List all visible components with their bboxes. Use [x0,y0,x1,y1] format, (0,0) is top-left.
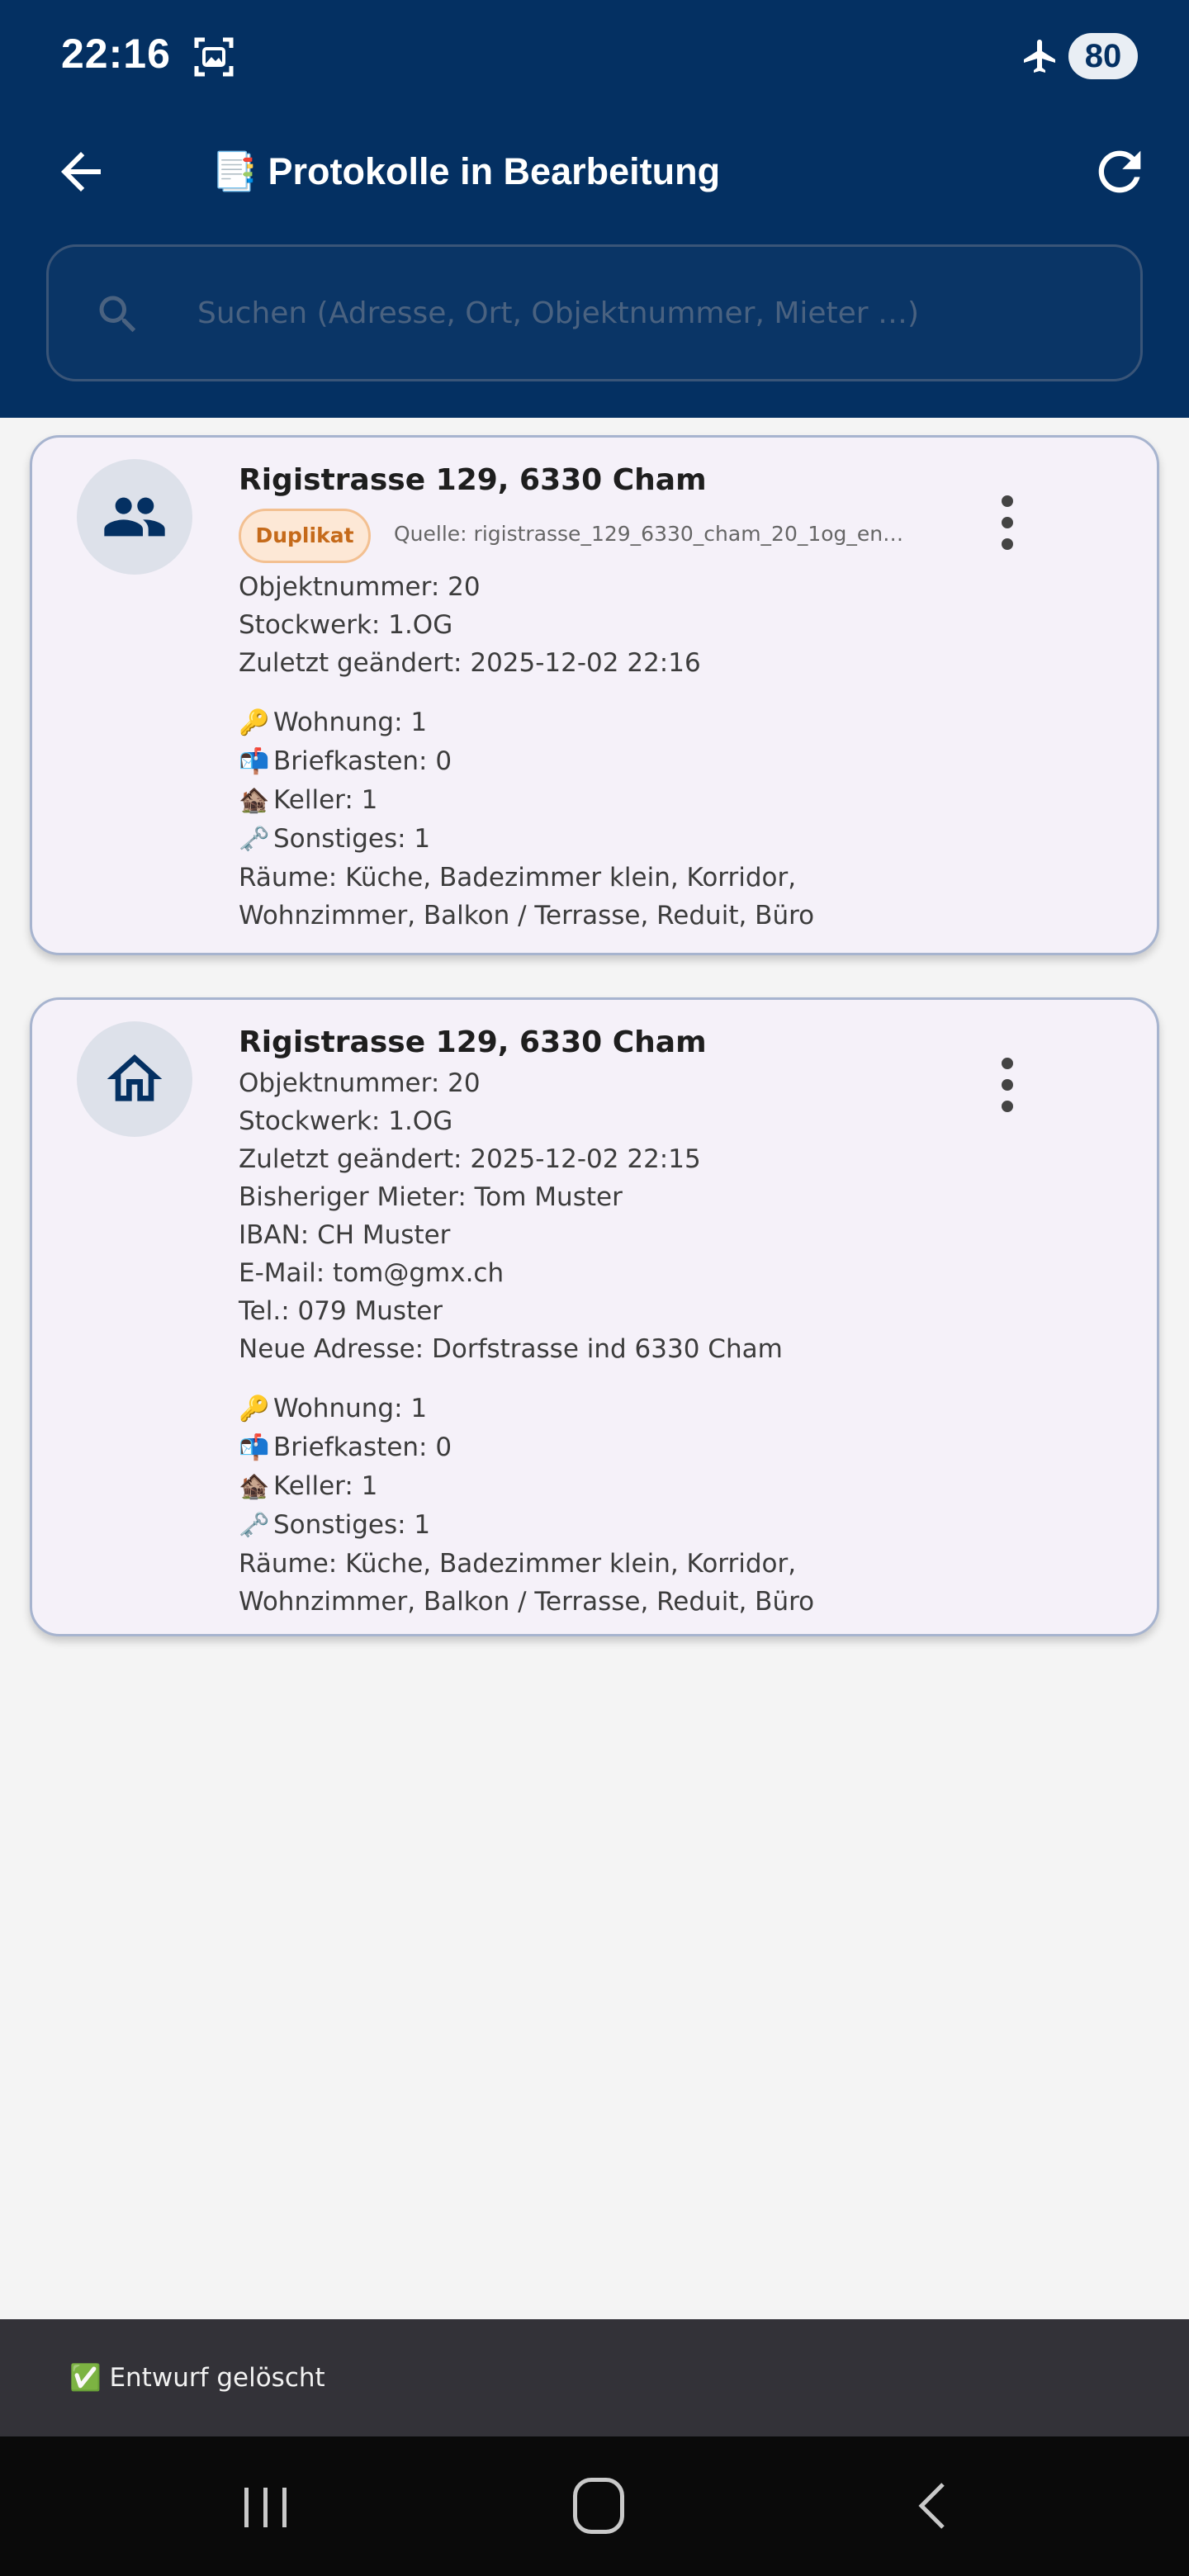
key-icon: 🔑 [239,1395,270,1423]
people-icon [104,497,165,537]
object-number: Objektnummer: 20 [239,1068,481,1098]
floor: Stockwerk: 1.OG [239,1106,453,1136]
key-mailbox: 📬 Briefkasten: 0 [239,1428,1064,1467]
home-button-icon[interactable] [573,2478,624,2534]
snackbar: ✅ Entwurf gelöscht [0,2319,1189,2436]
last-modified: Zuletzt geändert: 2025-12-02 22:15 [239,1144,701,1174]
key-icon: 🔑 [239,708,270,737]
key-cellar: 🏚️ Keller: 1 [239,781,1064,820]
old-key-icon: 🗝️ [239,1511,270,1540]
rooms-list: Räume: Küche, Badezimmer klein, Korridor… [239,1549,815,1617]
card-content: Rigistrasse 129, 6330 Cham Duplikat Quel… [239,459,1064,935]
more-options-icon[interactable] [992,1058,1025,1124]
airplane-mode-icon [1024,40,1055,73]
badge-row: Duplikat Quelle: rigistrasse_129_6330_ch… [239,509,1064,568]
object-number: Objektnummer: 20 [239,572,481,602]
key-cellar: 🏚️ Keller: 1 [239,1467,1064,1506]
duplicate-badge: Duplikat [239,509,371,563]
home-icon [107,1054,163,1101]
search-bar[interactable] [46,244,1143,381]
protocol-card[interactable]: Rigistrasse 129, 6330 Cham Duplikat Quel… [30,435,1159,955]
avatar [77,1021,192,1137]
avatar [77,459,192,575]
card-content: Rigistrasse 129, 6330 Cham Objektnummer:… [239,1021,1064,1621]
mailbox-icon: 📬 [239,1433,270,1462]
screenshot-icon [194,37,234,77]
last-modified: Zuletzt geändert: 2025-12-02 22:16 [239,648,701,678]
battery-indicator: 80 [1068,33,1138,79]
key-other: 🗝️ Sonstiges: 1 [239,820,1064,859]
page-title: 📑 Protokolle in Bearbeitung [211,150,721,192]
protocol-card[interactable]: Rigistrasse 129, 6330 Cham Objektnummer:… [30,997,1159,1636]
new-address: Neue Adresse: Dorfstrasse ind 6330 Cham [239,1334,783,1364]
rooms-list: Räume: Küche, Badezimmer klein, Korridor… [239,863,815,930]
card-title: Rigistrasse 129, 6330 Cham [239,463,707,497]
refresh-icon[interactable] [1088,140,1151,203]
recent-apps-icon[interactable] [236,2483,296,2532]
source-label: Quelle: rigistrasse_129_6330_cham_20_1og… [394,522,906,546]
app-bar: 📑 Protokolle in Bearbeitung [0,112,1189,418]
house-icon: 🏚️ [239,786,270,815]
search-input[interactable] [197,283,1106,343]
key-apartment: 🔑 Wohnung: 1 [239,703,1064,742]
key-mailbox: 📬 Briefkasten: 0 [239,742,1064,781]
previous-tenant: Bisheriger Mieter: Tom Muster [239,1182,623,1212]
more-options-icon[interactable] [992,495,1025,561]
phone: Tel.: 079 Muster [239,1296,443,1326]
system-nav-bar [0,2436,1189,2576]
mailbox-icon: 📬 [239,747,270,776]
card-title: Rigistrasse 129, 6330 Cham [239,1025,707,1059]
email: E-Mail: tom@gmx.ch [239,1258,504,1288]
status-time: 22:16 [61,31,171,77]
house-icon: 🏚️ [239,1472,270,1501]
old-key-icon: 🗝️ [239,825,270,854]
snackbar-message: ✅ Entwurf gelöscht [69,2363,325,2393]
status-bar: 22:16 80 [0,0,1189,112]
back-arrow-icon[interactable] [51,142,111,201]
floor: Stockwerk: 1.OG [239,610,453,640]
key-apartment: 🔑 Wohnung: 1 [239,1390,1064,1428]
nav-back-icon[interactable] [912,2479,953,2532]
iban: IBAN: CH Muster [239,1220,451,1250]
key-other: 🗝️ Sonstiges: 1 [239,1506,1064,1545]
search-icon [99,296,136,333]
